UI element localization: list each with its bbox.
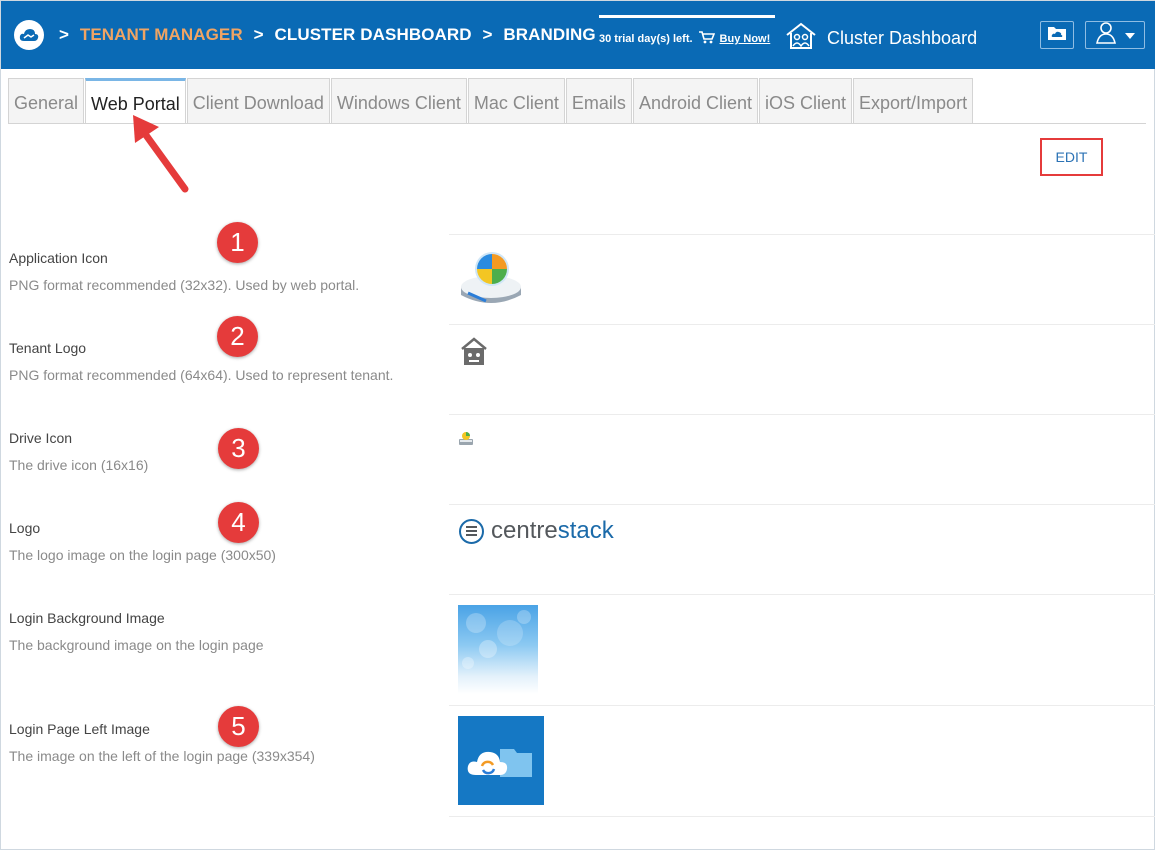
step-badge: 2 [217,316,258,357]
tenant-logo-label: Tenant Logo [9,340,87,356]
row-divider [449,234,1155,235]
login-background-label: Login Background Image [9,610,165,626]
cloud-logo-icon[interactable] [14,20,44,50]
step-badge: 3 [218,428,259,469]
folder-cloud-button[interactable] [1040,21,1074,49]
cloud-folder-sync-icon [467,748,532,777]
tab-android-client[interactable]: Android Client [632,78,758,124]
house-people-icon [785,22,817,55]
drive-icon [459,432,473,445]
drive-icon-label: Drive Icon [9,430,73,446]
row-divider [449,594,1155,595]
breadcrumb-tenant-manager[interactable]: TENANT MANAGER [80,25,243,44]
tab-export-import[interactable]: Export/Import [853,78,974,124]
centrestack-logo-icon [459,518,484,544]
user-icon [1095,21,1119,50]
annotation-arrow-icon [133,115,189,193]
cluster-dashboard-label: Cluster Dashboard [827,28,978,48]
tenant-house-icon [461,337,487,365]
cluster-dashboard-link[interactable]: Cluster Dashboard [785,22,977,55]
edit-highlight: EDIT [1040,138,1103,176]
login-left-thumbnail [458,716,544,805]
top-header: > TENANT MANAGER > CLUSTER DASHBOARD > B… [1,1,1155,69]
tab-emails[interactable]: Emails [565,78,632,124]
tab-windows-client[interactable]: Windows Client [330,78,467,124]
logo-desc: The logo image on the login page (300x50… [9,547,276,563]
centrestack-logo: centre stack [459,517,614,545]
step-badge: 1 [217,222,258,263]
row-divider [449,705,1155,706]
breadcrumb-cluster-dashboard[interactable]: CLUSTER DASHBOARD [274,25,471,44]
tab-client-download[interactable]: Client Download [186,78,330,124]
cart-icon[interactable] [698,31,715,47]
caret-down-icon [1125,26,1135,44]
login-left-image-desc: The image on the left of the login page … [9,748,315,764]
buy-now-link[interactable]: Buy Now! [720,33,771,45]
logo-text-stack: stack [557,517,614,544]
tab-ios-client[interactable]: iOS Client [759,78,853,124]
user-menu-button[interactable] [1085,21,1145,49]
step-badge: 5 [218,706,259,747]
row-divider [449,504,1155,505]
app-drive-icon [461,252,521,303]
login-left-image-label: Login Page Left Image [9,721,150,737]
tab-mac-client[interactable]: Mac Client [467,78,565,124]
logo-text-centre: centre [491,517,558,544]
breadcrumb: > TENANT MANAGER > CLUSTER DASHBOARD > B… [59,25,596,44]
tenant-logo-desc: PNG format recommended (64x64). Used to … [9,367,394,383]
logo-label: Logo [9,520,41,536]
branding-page: > TENANT MANAGER > CLUSTER DASHBOARD > B… [0,0,1155,850]
trial-text: 30 trial day(s) left. [599,33,693,45]
row-divider [449,816,1155,817]
login-background-desc: The background image on the login page [9,637,264,653]
row-divider [449,414,1155,415]
application-icon-desc: PNG format recommended (32x32). Used by … [9,277,360,293]
drive-icon-desc: The drive icon (16x16) [9,457,149,473]
login-background-thumbnail [458,605,538,694]
trial-progress-bar [599,15,775,18]
row-divider [449,324,1155,325]
trial-status: 30 trial day(s) left. Buy Now! [599,31,770,47]
folder-cloud-icon [1047,25,1067,46]
breadcrumb-branding: BRANDING [503,25,596,44]
step-badge: 4 [218,502,259,543]
edit-button[interactable]: EDIT [1056,149,1088,165]
tab-general[interactable]: General [8,78,85,124]
application-icon-label: Application Icon [9,250,108,266]
